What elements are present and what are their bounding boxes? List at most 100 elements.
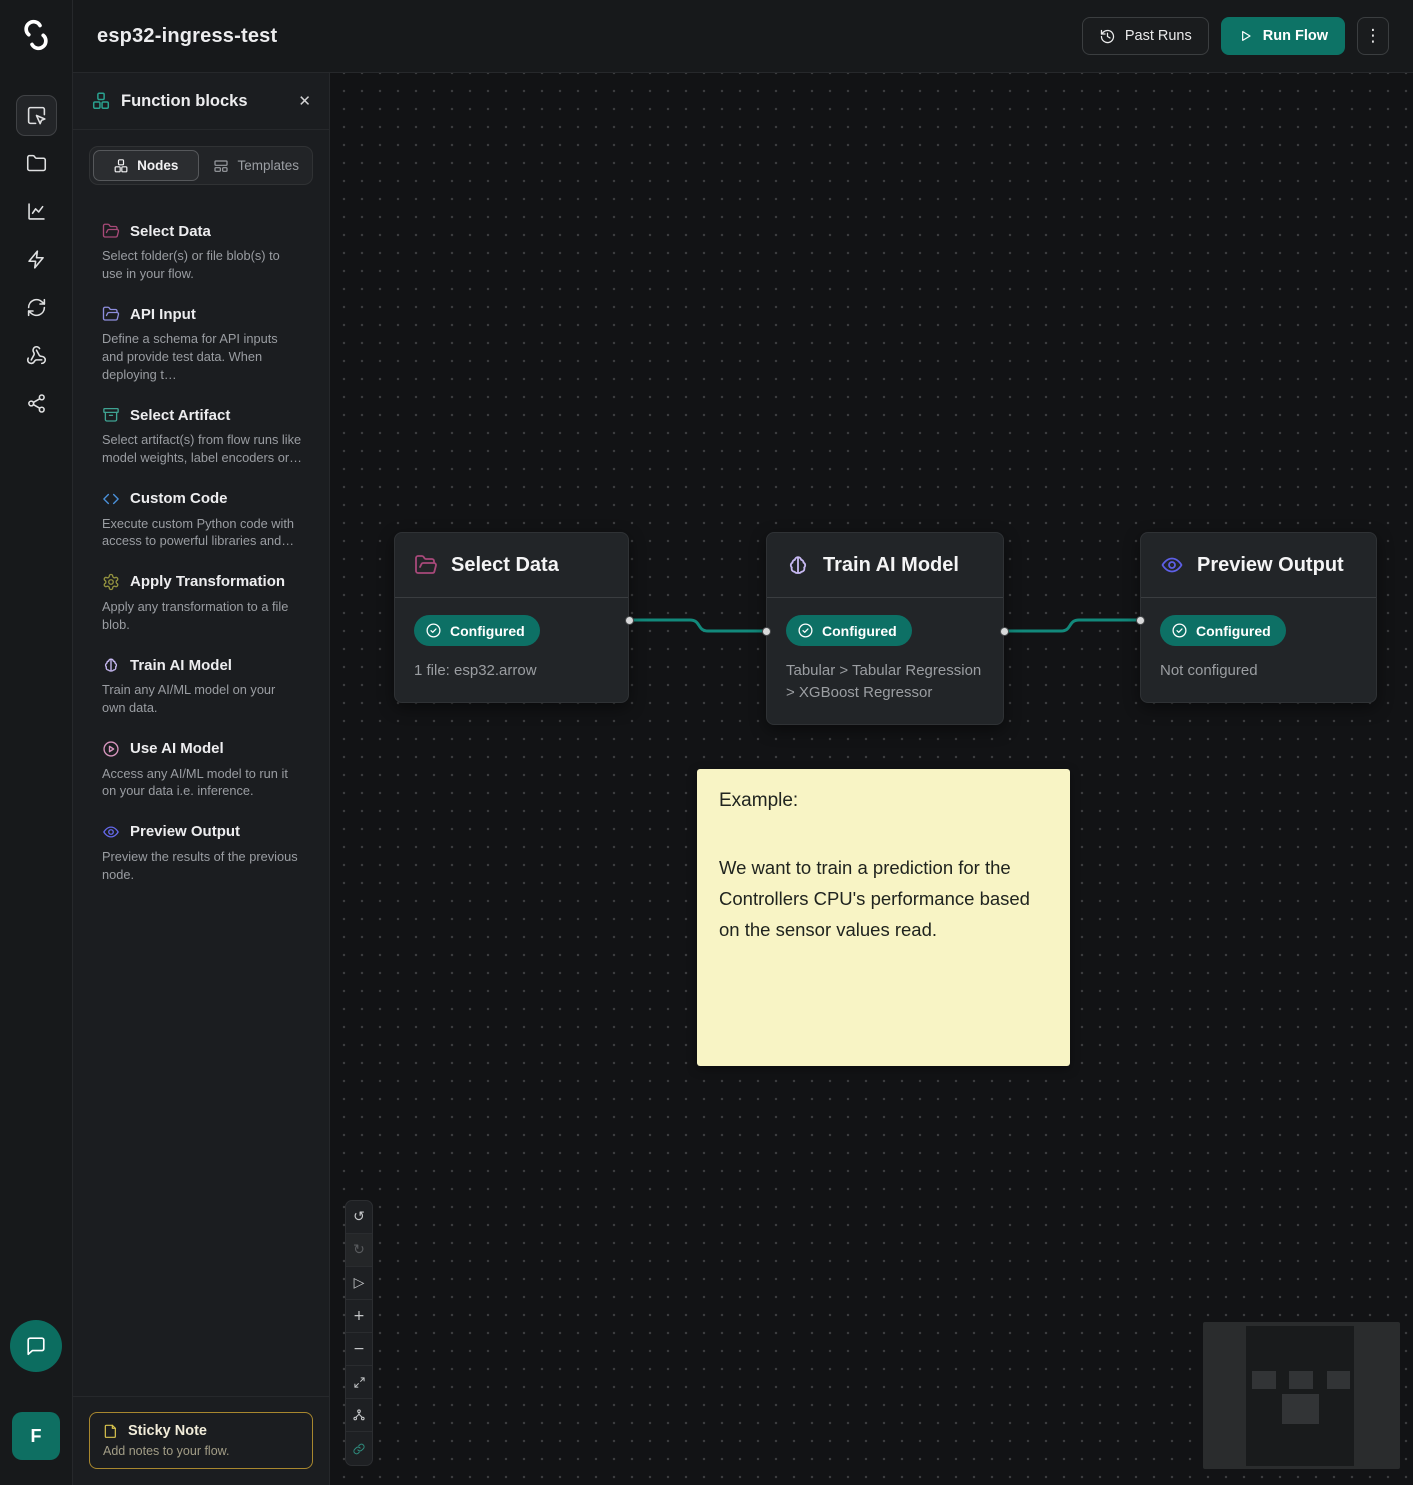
link-icon [352,1442,366,1456]
kebab-icon: ⋮ [1365,26,1382,46]
templates-icon [213,158,229,174]
status-badge-label: Configured [1196,623,1271,639]
node-title: Select Data [451,554,559,577]
block-select-artifact[interactable]: Select Artifact Select artifact(s) from … [102,406,311,466]
panel-tabs: Nodes Templates [89,146,313,185]
run-flow-button[interactable]: Run Flow [1221,17,1345,55]
user-avatar[interactable]: F [12,1412,60,1460]
block-name: API Input [130,306,196,323]
status-badge: Configured [1160,615,1286,646]
block-select-data[interactable]: Select Data Select folder(s) or file blo… [102,222,311,282]
undo-button[interactable]: ↺ [346,1201,372,1234]
node-select-data[interactable]: Select Data Configured 1 file: esp32.arr… [394,532,629,703]
rail-item-share[interactable] [16,383,57,424]
topbar-actions: Past Runs Run Flow ⋮ [1082,17,1389,55]
zoom-in-button[interactable]: + [346,1300,372,1333]
square-pointer-icon [26,105,47,126]
block-use-ai-model[interactable]: Use AI Model Access any AI/ML model to r… [102,740,311,800]
eye-icon [1160,553,1184,577]
logo-icon [19,18,53,52]
brain-icon [102,656,120,674]
past-runs-button[interactable]: Past Runs [1082,17,1209,55]
run-button[interactable]: ▷ [346,1267,372,1300]
sticky-note-block[interactable]: Sticky Note Add notes to your flow. [89,1412,313,1469]
block-name: Select Data [130,223,211,240]
status-badge: Configured [414,615,540,646]
eye-icon [102,823,120,841]
node-train-ai-model[interactable]: Train AI Model Configured Tabular > Tabu… [766,532,1004,725]
link-mode-button[interactable] [346,1432,372,1465]
edge-trainmodel-previewoutput[interactable] [1004,620,1140,631]
minimap[interactable] [1203,1322,1400,1469]
block-desc: Access any AI/ML model to run it on your… [102,765,302,800]
handle-trainmodel-input[interactable] [762,627,771,636]
block-api-input[interactable]: API Input Define a schema for API inputs… [102,305,311,383]
tab-templates[interactable]: Templates [204,150,310,181]
rail-item-flow-editor[interactable] [16,95,57,136]
edge-selectdata-trainmodel[interactable] [629,620,766,631]
chat-button[interactable] [10,1320,62,1372]
more-options-button[interactable]: ⋮ [1357,17,1389,55]
zoom-out-button[interactable]: − [346,1333,372,1366]
line-chart-icon [26,201,47,222]
hierarchy-icon [352,1408,366,1422]
tab-nodes[interactable]: Nodes [93,150,199,181]
rail-item-files[interactable] [16,143,57,184]
handle-trainmodel-output[interactable] [1000,627,1009,636]
node-preview-output[interactable]: Preview Output Configured Not configured [1140,532,1377,703]
webhook-icon [26,345,47,366]
flow-canvas[interactable]: Select Data Configured 1 file: esp32.arr… [330,73,1413,1485]
refresh-icon [26,297,47,318]
handle-selectdata-output[interactable] [625,616,634,625]
node-title: Train AI Model [823,554,959,577]
block-custom-code[interactable]: Custom Code Execute custom Python code w… [102,490,311,550]
block-apply-transformation[interactable]: Apply Transformation Apply any transform… [102,573,311,633]
panel-header: Function blocks ✕ [73,73,329,130]
expand-icon [353,1376,366,1389]
note-icon [103,1423,119,1439]
block-preview-output[interactable]: Preview Output Preview the results of th… [102,823,311,883]
sticky-note-heading: Example: [719,790,1048,812]
flow-title: esp32-ingress-test [97,25,277,48]
minimap-node [1289,1371,1313,1389]
chat-bubble-icon [25,1335,47,1357]
tab-nodes-label: Nodes [137,158,178,173]
check-circle-icon [797,622,814,639]
handle-previewoutput-input[interactable] [1136,616,1145,625]
code-icon [102,490,120,508]
node-header: Train AI Model [767,533,1003,598]
left-rail: F [0,0,73,1485]
auto-layout-button[interactable] [346,1399,372,1432]
rail-item-webhooks[interactable] [16,335,57,376]
block-name: Use AI Model [130,740,224,757]
play-icon [1238,28,1254,44]
node-header: Preview Output [1141,533,1376,598]
rail-item-sync[interactable] [16,287,57,328]
folder-open-icon [102,222,120,240]
rail-nav [0,95,73,424]
node-detail: Tabular > Tabular Regression > XGBoost R… [786,660,984,704]
node-body: Configured Not configured [1141,598,1376,702]
app-logo[interactable] [15,14,57,56]
minimap-node [1252,1371,1276,1389]
block-desc: Define a schema for API inputs and provi… [102,330,302,383]
panel-close-button[interactable]: ✕ [298,92,311,110]
fit-view-button[interactable] [346,1366,372,1399]
rail-item-metrics[interactable] [16,191,57,232]
play-circle-icon [102,740,120,758]
folder-icon [26,153,47,174]
status-badge-label: Configured [822,623,897,639]
canvas-sticky-note[interactable]: Example: We want to train a prediction f… [697,769,1070,1066]
node-title: Preview Output [1197,554,1344,577]
zap-icon [26,249,47,270]
block-train-ai-model[interactable]: Train AI Model Train any AI/ML model on … [102,656,311,716]
folder-open-icon [102,305,120,323]
sticky-note-name: Sticky Note [128,1423,207,1439]
block-name: Select Artifact [130,407,230,424]
minimap-note [1282,1394,1319,1424]
rail-item-triggers[interactable] [16,239,57,280]
folder-open-icon [414,553,438,577]
block-desc: Select artifact(s) from flow runs like m… [102,431,302,466]
redo-button[interactable]: ↻ [346,1234,372,1267]
history-icon [1099,28,1116,45]
